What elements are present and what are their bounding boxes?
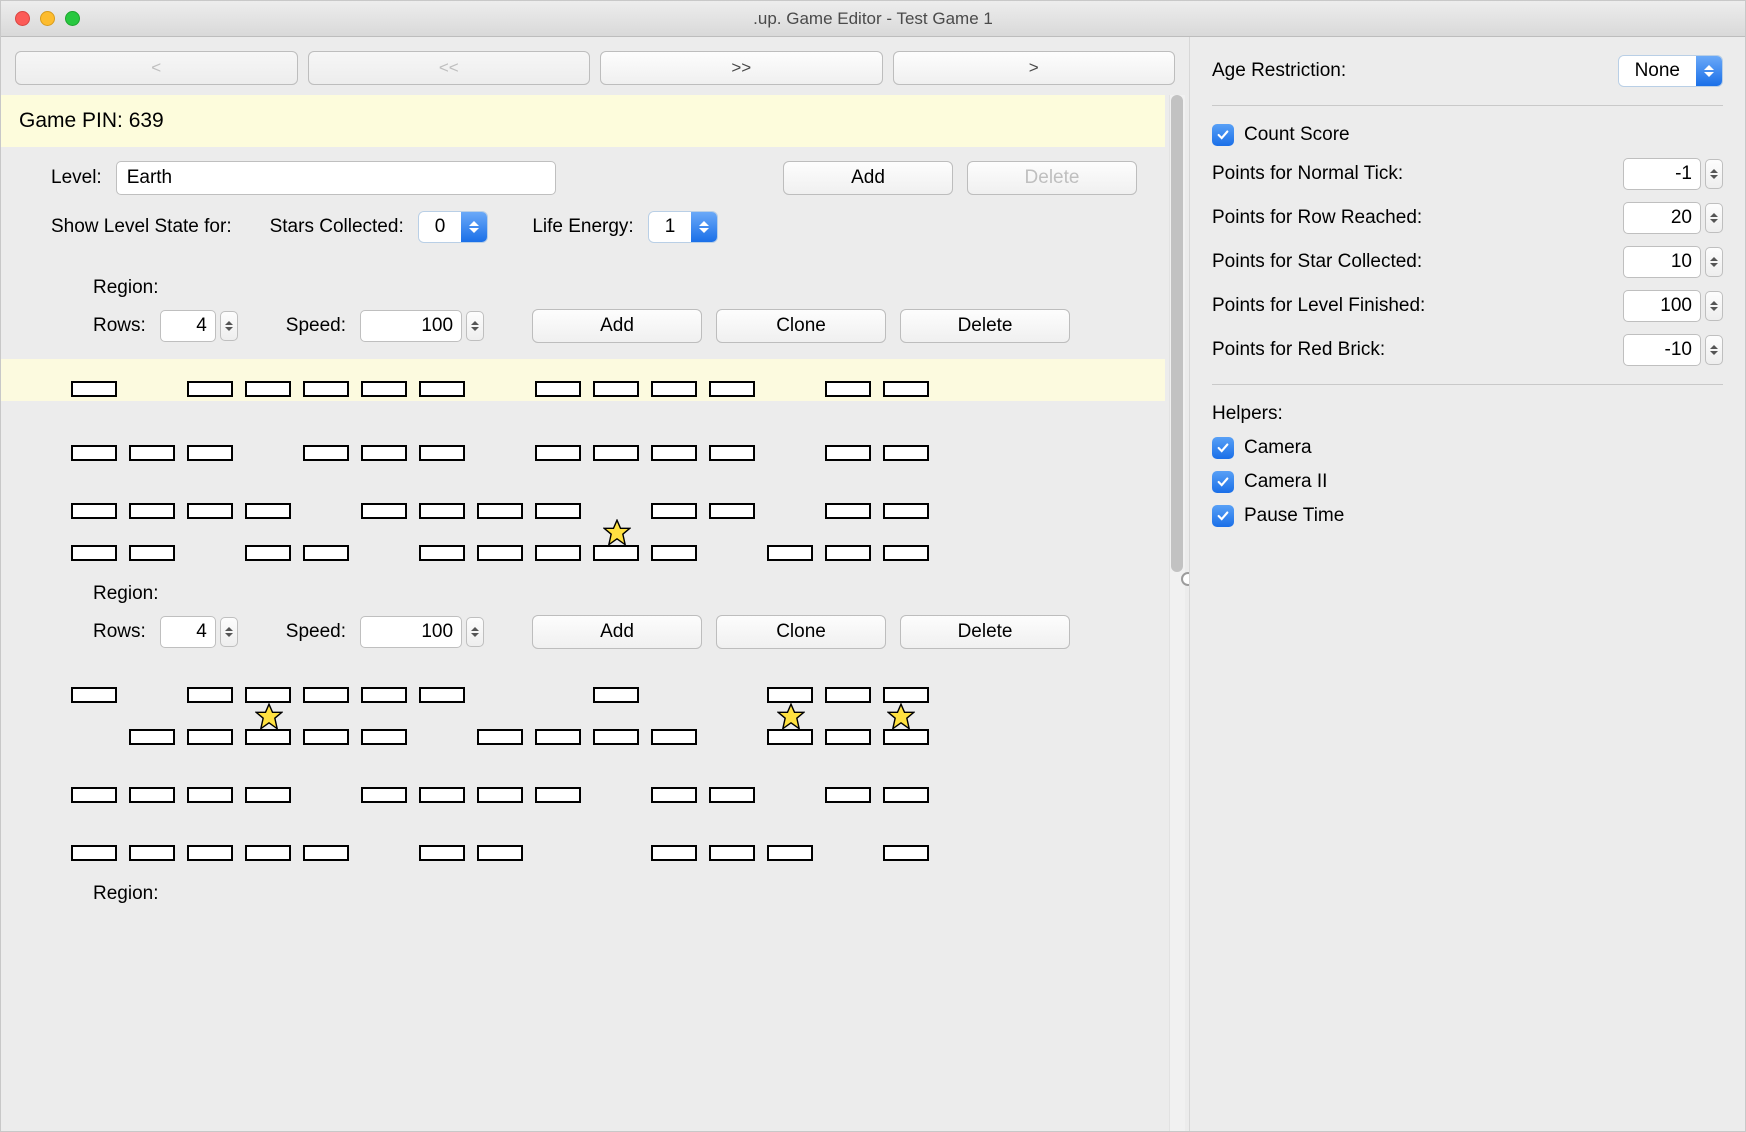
points-star-collected-stepper[interactable]: 10 <box>1623 246 1723 278</box>
points-normal-tick-label: Points for Normal Tick: <box>1212 163 1623 185</box>
stars-collected-label: Stars Collected: <box>270 216 404 238</box>
brick-row[interactable] <box>1 523 1165 565</box>
game-pin-label: Game PIN: 639 <box>1 95 1165 147</box>
speed-label: Speed: <box>286 621 346 643</box>
stepper-arrows-icon[interactable] <box>466 617 484 647</box>
nav-fastback-button[interactable]: << <box>308 51 591 85</box>
brick-row[interactable] <box>1 481 1165 523</box>
region-delete-button[interactable]: Delete <box>900 309 1070 343</box>
region-clone-button[interactable]: Clone <box>716 615 886 649</box>
level-input[interactable] <box>116 161 556 195</box>
level-delete-button[interactable]: Delete <box>967 161 1137 195</box>
window-controls <box>15 11 80 26</box>
brick-row[interactable] <box>1 765 1165 807</box>
nav-row: < << >> > <box>1 37 1189 95</box>
rows-stepper[interactable]: 4 <box>160 310 238 342</box>
region-label: Region: <box>1 259 1165 309</box>
count-score-label: Count Score <box>1244 124 1723 146</box>
helpers-label: Helpers: <box>1212 403 1723 425</box>
region-add-button[interactable]: Add <box>532 615 702 649</box>
life-energy-label: Life Energy: <box>532 216 633 238</box>
side-panel: Age Restriction: None Count Score Points… <box>1189 37 1745 1131</box>
chevron-updown-icon <box>691 212 717 242</box>
stepper-arrows-icon[interactable] <box>466 311 484 341</box>
level-add-button[interactable]: Add <box>783 161 953 195</box>
region-clone-button[interactable]: Clone <box>716 309 886 343</box>
star-icon <box>255 703 283 731</box>
points-normal-tick-stepper[interactable]: -1 <box>1623 158 1723 190</box>
points-level-finished-stepper[interactable]: 100 <box>1623 290 1723 322</box>
app-window: .up. Game Editor - Test Game 1 < << >> >… <box>0 0 1746 1132</box>
brick-row[interactable] <box>1 707 1165 749</box>
titlebar: .up. Game Editor - Test Game 1 <box>1 1 1745 37</box>
speed-label: Speed: <box>286 315 346 337</box>
scroll-area: Game PIN: 639 Level: Add Delete Show Lev… <box>1 95 1189 1131</box>
star-icon <box>777 703 805 731</box>
brick-row[interactable] <box>1 823 1165 865</box>
stepper-arrows-icon[interactable] <box>1705 335 1723 365</box>
region-label: Region: <box>1 565 1165 615</box>
star-icon <box>887 703 915 731</box>
stepper-arrows-icon[interactable] <box>1705 247 1723 277</box>
points-row-reached-stepper[interactable]: 20 <box>1623 202 1723 234</box>
helper-camera-label: Camera <box>1244 437 1723 459</box>
nav-back-button[interactable]: < <box>15 51 298 85</box>
age-restriction-select[interactable]: None <box>1618 55 1723 87</box>
brick-row[interactable] <box>1 665 1165 707</box>
main-panel: < << >> > Game PIN: 639 Level: Add Delet… <box>1 37 1189 1131</box>
points-level-finished-label: Points for Level Finished: <box>1212 295 1623 317</box>
helper-camera2-checkbox[interactable] <box>1212 471 1234 493</box>
rows-label: Rows: <box>93 315 146 337</box>
helper-camera-checkbox[interactable] <box>1212 437 1234 459</box>
points-star-collected-label: Points for Star Collected: <box>1212 251 1623 273</box>
count-score-checkbox[interactable] <box>1212 124 1234 146</box>
brick-row[interactable] <box>1 359 1165 401</box>
window-title: .up. Game Editor - Test Game 1 <box>1 9 1745 29</box>
rows-stepper[interactable]: 4 <box>160 616 238 648</box>
points-red-brick-stepper[interactable]: -10 <box>1623 334 1723 366</box>
vertical-scrollbar[interactable] <box>1169 95 1185 1131</box>
scrollbar-grip-icon[interactable] <box>1181 572 1189 586</box>
speed-stepper[interactable]: 100 <box>360 310 484 342</box>
stars-collected-select[interactable]: 0 <box>418 211 489 243</box>
region-add-button[interactable]: Add <box>532 309 702 343</box>
close-icon[interactable] <box>15 11 30 26</box>
life-energy-select[interactable]: 1 <box>648 211 719 243</box>
scrollbar-thumb[interactable] <box>1171 95 1183 572</box>
nav-fwd-button[interactable]: > <box>893 51 1176 85</box>
minimize-icon[interactable] <box>40 11 55 26</box>
content: < << >> > Game PIN: 639 Level: Add Delet… <box>1 37 1745 1131</box>
speed-stepper[interactable]: 100 <box>360 616 484 648</box>
star-icon <box>603 519 631 547</box>
rows-label: Rows: <box>93 621 146 643</box>
helper-camera2-label: Camera II <box>1244 471 1723 493</box>
region-delete-button[interactable]: Delete <box>900 615 1070 649</box>
brick-row[interactable] <box>1 423 1165 465</box>
points-row-reached-label: Points for Row Reached: <box>1212 207 1623 229</box>
show-state-label: Show Level State for: <box>51 216 232 238</box>
nav-fastfwd-button[interactable]: >> <box>600 51 883 85</box>
region-label: Region: <box>1 865 1165 915</box>
age-restriction-label: Age Restriction: <box>1212 60 1618 82</box>
stepper-arrows-icon[interactable] <box>1705 159 1723 189</box>
level-label: Level: <box>51 167 102 189</box>
stepper-arrows-icon[interactable] <box>220 617 238 647</box>
chevron-updown-icon <box>1696 56 1722 86</box>
helper-pausetime-checkbox[interactable] <box>1212 505 1234 527</box>
stepper-arrows-icon[interactable] <box>220 311 238 341</box>
zoom-icon[interactable] <box>65 11 80 26</box>
chevron-updown-icon <box>461 212 487 242</box>
stepper-arrows-icon[interactable] <box>1705 203 1723 233</box>
points-red-brick-label: Points for Red Brick: <box>1212 339 1623 361</box>
stepper-arrows-icon[interactable] <box>1705 291 1723 321</box>
helper-pausetime-label: Pause Time <box>1244 505 1723 527</box>
